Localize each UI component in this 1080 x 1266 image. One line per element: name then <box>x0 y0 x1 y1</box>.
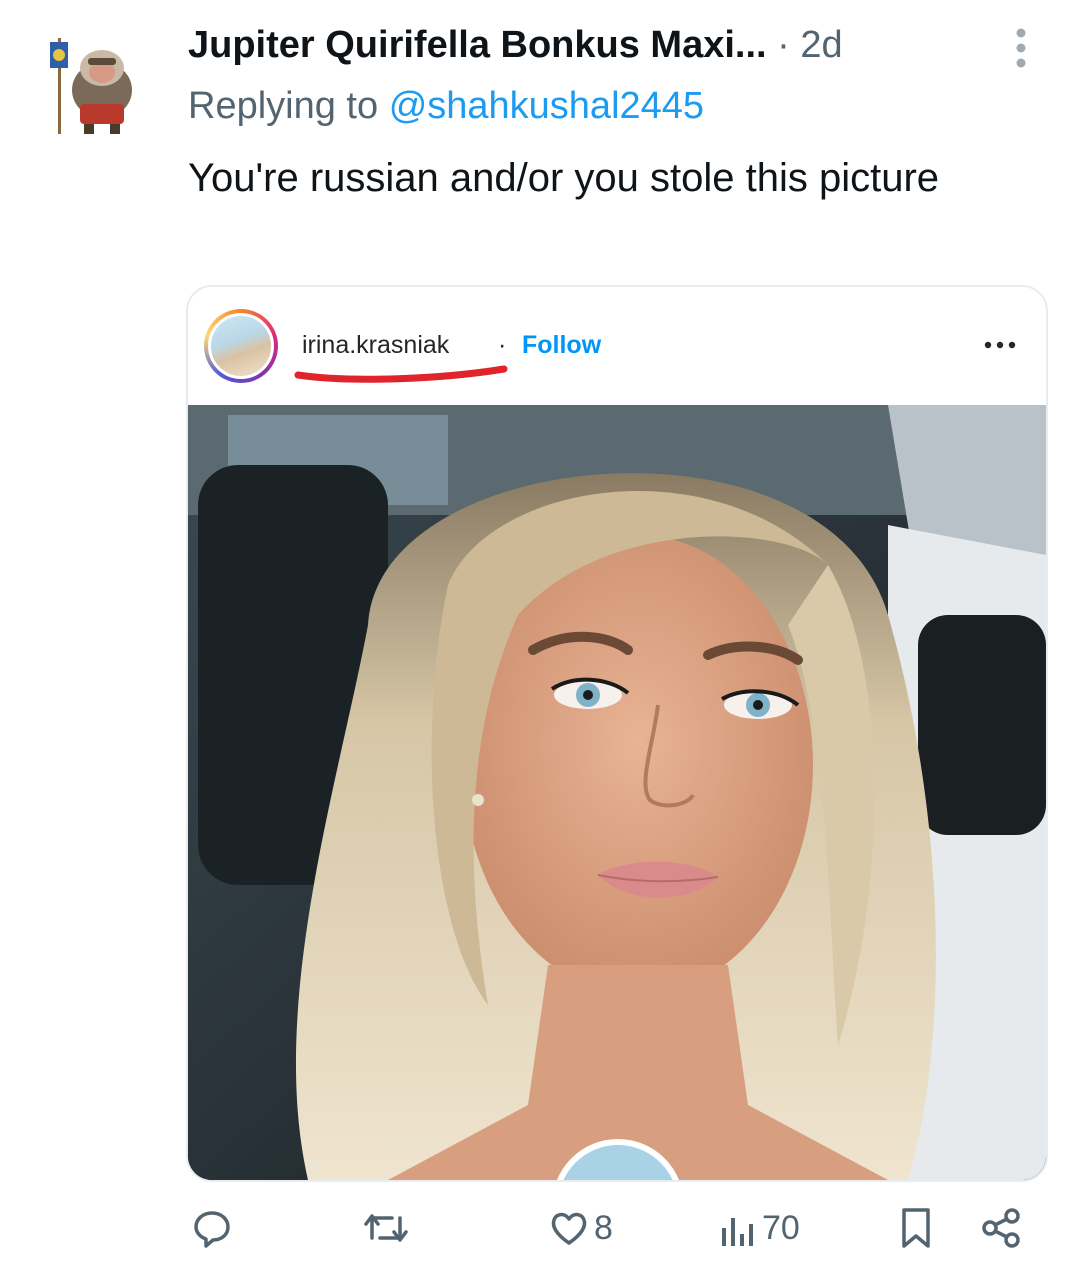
bookmark-icon <box>902 1208 930 1248</box>
selfie-photo <box>188 405 1046 1180</box>
views-icon <box>722 1218 753 1246</box>
more-options-icon[interactable] <box>1004 26 1038 70</box>
red-underline-annotation <box>294 365 508 383</box>
like-button[interactable]: 8 <box>548 1206 613 1250</box>
ig-more-icon <box>980 335 1020 355</box>
retweet-button[interactable] <box>362 1206 410 1250</box>
reply-button[interactable] <box>190 1206 234 1250</box>
reply-icon <box>194 1211 230 1248</box>
share-icon <box>982 1208 1020 1248</box>
retweet-icon <box>364 1214 408 1242</box>
views-count: 70 <box>762 1209 800 1247</box>
author-name[interactable]: Jupiter Quirifella Bonkus Maxi... <box>188 24 767 66</box>
profile-avatar <box>208 313 274 379</box>
tweet-media[interactable]: irina.krasniak · Follow <box>186 285 1048 1182</box>
separator: · <box>777 24 790 66</box>
instagram-post-header: irina.krasniak · Follow <box>188 287 1046 405</box>
like-count: 8 <box>594 1209 613 1247</box>
author-avatar[interactable] <box>44 28 140 138</box>
heart-icon <box>551 1212 587 1245</box>
ig-username: irina.krasniak <box>302 331 450 359</box>
views-button[interactable]: 70 <box>718 1206 800 1250</box>
ig-separator: · <box>498 331 507 359</box>
replying-to: Replying to @shahkushal2445 <box>188 82 704 130</box>
bookmark-button[interactable] <box>896 1206 936 1250</box>
tweet-header: Jupiter Quirifella Bonkus Maxi... · 2d <box>188 22 968 68</box>
tweet-text: You're russian and/or you stole this pic… <box>188 156 940 200</box>
replying-prefix: Replying to <box>188 85 379 127</box>
timestamp[interactable]: 2d <box>800 24 842 66</box>
share-button[interactable] <box>980 1206 1024 1250</box>
story-ring <box>204 309 278 383</box>
replying-handle[interactable]: @shahkushal2445 <box>389 85 704 127</box>
ig-follow-link: Follow <box>522 331 602 359</box>
